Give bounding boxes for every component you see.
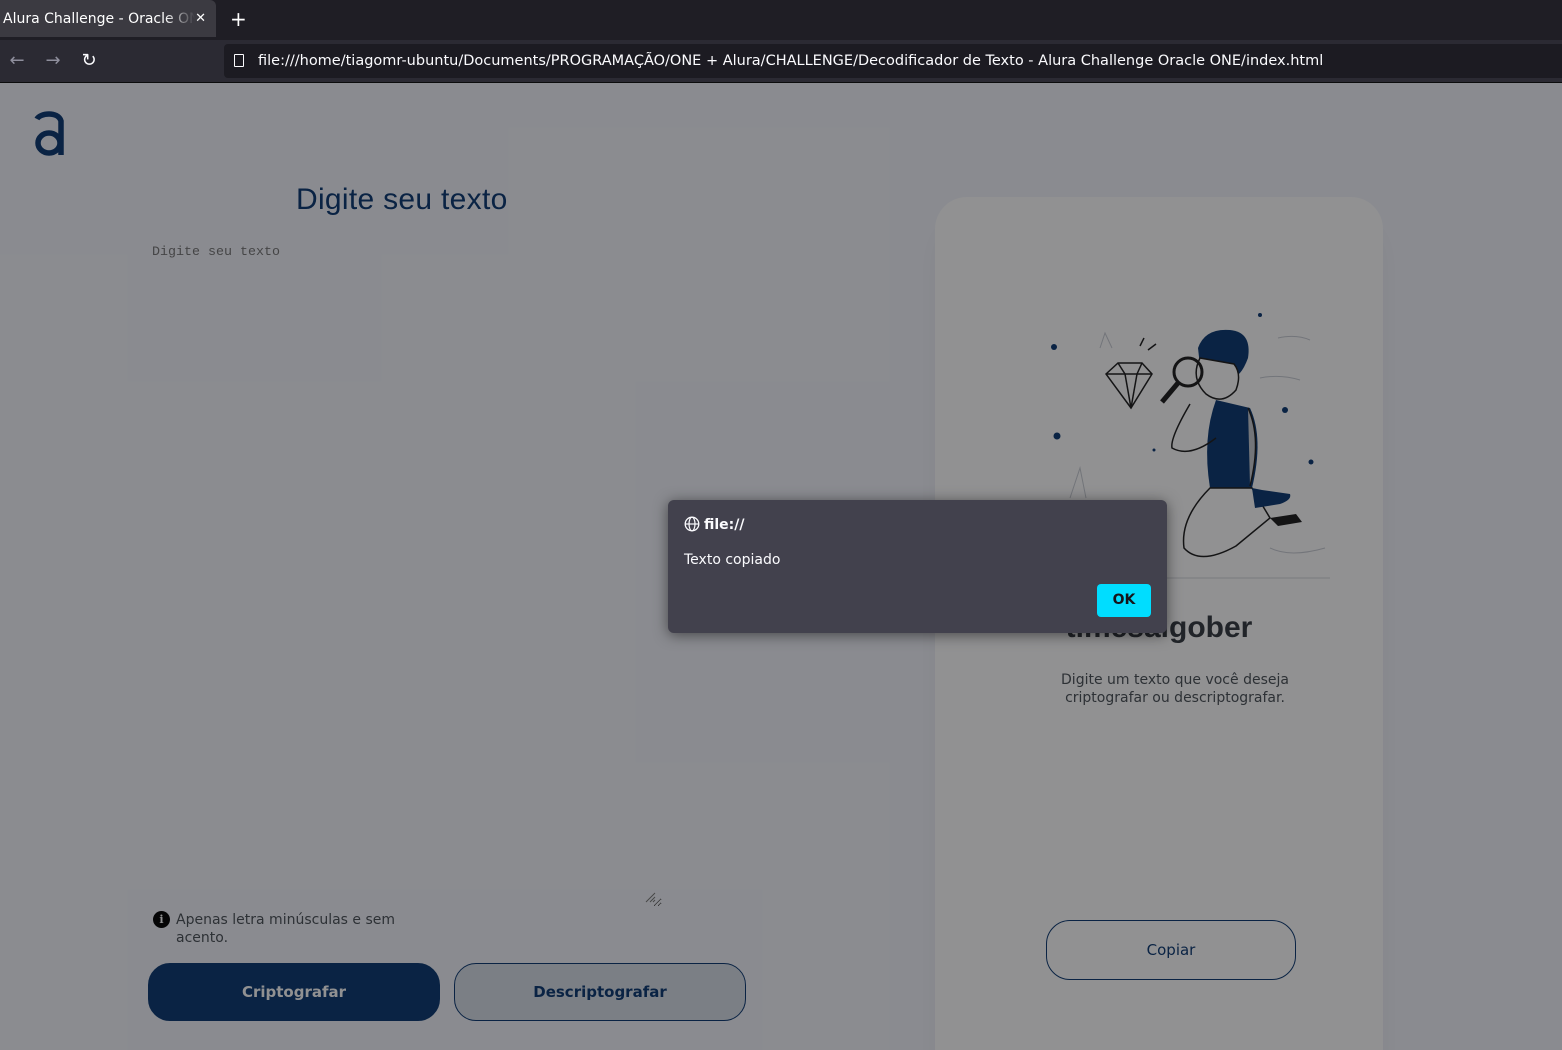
close-tab-icon[interactable]: ✕	[195, 0, 206, 37]
tab-strip: Alura Challenge - Oracle ONE ✕ +	[0, 0, 1562, 40]
dialog-message: Texto copiado	[684, 552, 781, 568]
dialog-origin: file://	[684, 516, 745, 534]
address-bar[interactable]: file:///home/tiagomr-ubuntu/Documents/PR…	[224, 44, 1562, 78]
address-bar-url: file:///home/tiagomr-ubuntu/Documents/PR…	[258, 53, 1324, 69]
ok-button[interactable]: OK	[1097, 584, 1151, 617]
reload-icon[interactable]: ↻	[77, 47, 101, 75]
browser-tab[interactable]: Alura Challenge - Oracle ONE ✕	[0, 0, 216, 37]
globe-icon	[684, 516, 700, 532]
forward-arrow-icon[interactable]: →	[41, 47, 65, 75]
page-icon	[234, 54, 244, 67]
back-arrow-icon[interactable]: ←	[5, 47, 29, 75]
navigation-toolbar: ← → ↻ file:///home/tiagomr-ubuntu/Docume…	[0, 40, 1562, 83]
new-tab-icon[interactable]: +	[230, 5, 247, 33]
dialog-origin-text: file://	[704, 517, 745, 533]
alert-dialog: file:// Texto copiado OK	[668, 500, 1167, 633]
tab-title: Alura Challenge - Oracle ONE	[3, 11, 195, 27]
